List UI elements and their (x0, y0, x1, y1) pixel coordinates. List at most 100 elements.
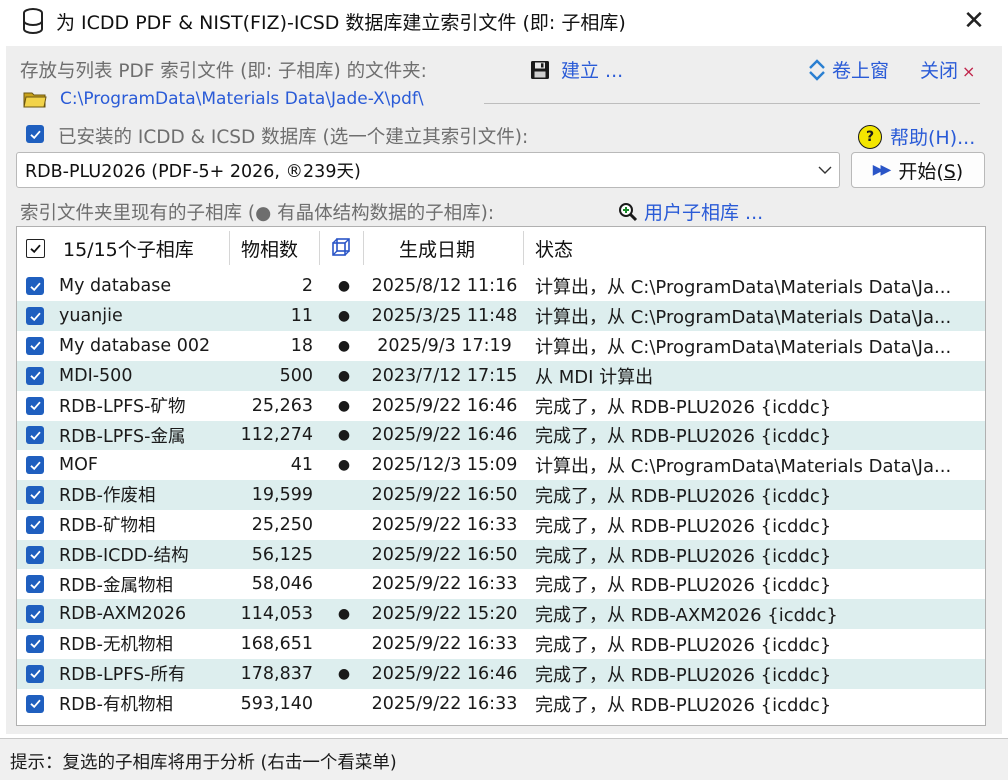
table-row[interactable]: RDB-有机物相 593,140 2025/9/22 16:33 完成了，从 RDB-… (17, 689, 985, 719)
rollup-label: 卷上窗 (832, 60, 890, 82)
row-structure-dot (335, 510, 353, 540)
row-checkbox[interactable] (26, 629, 44, 659)
table-row[interactable]: RDB-矿物相 25,250 2025/9/22 16:33 完成了，从 RDB-PL… (17, 510, 985, 540)
row-status: 完成了，从 RDB-PLU2026 {icddc} (535, 515, 832, 537)
table-row[interactable]: RDB-ICDD-结构 56,125 2025/9/22 16:50 完成了，从 RD… (17, 539, 985, 570)
row-count: 25,250 (251, 514, 313, 535)
status-text: 提示：复选的子相库将用于分析 (右击一个看菜单) (10, 753, 397, 773)
row-checkbox[interactable] (26, 331, 44, 361)
index-folder-label: 索引文件夹里现有的子相库 (● 有晶体结构数据的子相库): (20, 203, 495, 224)
row-date: 2025/9/22 16:46 (371, 663, 518, 684)
row-checkbox[interactable] (26, 659, 44, 689)
row-checkbox[interactable] (26, 391, 44, 421)
header-count[interactable]: 物相数 (241, 227, 298, 269)
build-button[interactable]: 建立 ... (561, 56, 623, 83)
row-date: 2025/9/22 16:50 (371, 484, 518, 505)
close-button[interactable]: 关闭 × (920, 56, 975, 83)
database-icon (23, 8, 43, 34)
row-date: 2025/9/22 16:33 (371, 693, 518, 714)
user-subdatabase-button[interactable]: 用户子相库 ... (618, 198, 763, 225)
row-count: 112,274 (240, 425, 313, 446)
play-arrows-icon: ▶▶ (872, 162, 891, 178)
row-structure-dot: ● (337, 457, 351, 474)
zoom-in-icon (619, 202, 638, 221)
row-structure-dot (335, 570, 353, 600)
row-checkbox[interactable] (26, 450, 44, 480)
folder-icon (23, 92, 47, 108)
folder-path-link[interactable]: C:\ProgramData\Materials Data\Jade-X\pdf… (60, 89, 424, 109)
table-row[interactable]: RDB-无机物相 168,651 2025/9/22 16:33 完成了，从 RDB-… (17, 629, 985, 659)
header-divider (229, 231, 230, 265)
dialog-body: 存放与列表 PDF 索引文件 (即: 子相库) 的文件夹: 建立 ... 卷上窗… (6, 46, 1002, 734)
row-date: 2025/8/12 11:16 (371, 276, 518, 297)
row-status: 完成了，从 RDB-PLU2026 {icddc} (535, 545, 832, 567)
row-structure-dot: ● (337, 367, 351, 384)
row-checkbox[interactable] (26, 599, 44, 629)
table-row[interactable]: RDB-金属物相 58,046 2025/9/22 16:33 完成了，从 RDB-P… (17, 570, 985, 600)
row-checkbox[interactable] (26, 510, 44, 540)
row-count: 168,651 (240, 633, 313, 654)
chevron-down-icon (818, 166, 832, 174)
table-row[interactable]: MOF 41 ● 2025/12/3 15:09 计算出，从 C:\ProgramDat… (17, 450, 985, 480)
updown-arrows-icon (809, 58, 825, 81)
row-name: My database (59, 276, 172, 297)
table-row[interactable]: RDB-LPFS-金属 112,274 ● 2025/9/22 16:46 完成了，从 … (17, 420, 985, 451)
row-name: RDB-有机物相 (59, 695, 173, 716)
row-structure-dot (335, 540, 353, 570)
row-checkbox[interactable] (26, 421, 44, 451)
row-name: MOF (59, 455, 98, 476)
table-row[interactable]: My database 2 ● 2025/8/12 11:16 计算出，从 C:\Pro… (17, 272, 985, 302)
row-checkbox[interactable] (26, 540, 44, 570)
table-row[interactable]: RDB-LPFS-所有 178,837 ● 2025/9/22 16:46 完成了，从 … (17, 658, 985, 689)
row-date: 2025/9/22 16:33 (371, 574, 518, 595)
row-date: 2025/9/3 17:19 (377, 335, 512, 356)
help-button[interactable]: ? 帮助(H)... (858, 123, 975, 150)
row-status: 完成了，从 RDB-PLU2026 {icddc} (535, 575, 832, 597)
row-status: 完成了，从 RDB-AXM2026 {icddc} (535, 605, 838, 627)
select-all-checkbox[interactable] (26, 227, 45, 269)
row-structure-dot: ● (337, 308, 351, 325)
help-label: 帮助(H)... (890, 127, 976, 149)
row-date: 2025/12/3 15:09 (371, 455, 518, 476)
header-date[interactable]: 生成日期 (399, 227, 475, 269)
row-name: RDB-矿物相 (59, 516, 156, 537)
header-divider (523, 231, 524, 265)
rollup-window-button[interactable]: 卷上窗 (808, 56, 889, 83)
installed-db-checkbox[interactable] (26, 125, 44, 143)
table-row[interactable]: MDI-500 500 ● 2023/7/12 17:15 从 MDI 计算出 (17, 360, 985, 391)
subdatabase-table: 15/15个子相库 物相数 生成日期 状态 My database 2 ● 2025/… (16, 226, 986, 726)
table-row[interactable]: My database 002 18 ● 2025/9/3 17:19 计算出，从 C:… (17, 331, 985, 361)
row-date: 2025/9/22 16:50 (371, 544, 518, 565)
row-name: RDB-AXM2026 (59, 604, 187, 625)
header-name[interactable]: 15/15个子相库 (63, 227, 194, 269)
row-status: 从 MDI 计算出 (535, 366, 654, 388)
table-row[interactable]: RDB-作废相 19,599 2025/9/22 16:50 完成了，从 RDB-PL… (17, 480, 985, 510)
row-date: 2025/3/25 11:48 (371, 306, 518, 327)
row-structure-dot (335, 480, 353, 510)
close-label: 关闭 (920, 60, 959, 82)
row-count: 18 (290, 335, 313, 356)
table-row[interactable]: RDB-LPFS-矿物 25,263 ● 2025/9/22 16:46 完成了，从 R… (17, 391, 985, 421)
row-count: 41 (290, 455, 313, 476)
close-x-icon: × (962, 62, 976, 81)
table-header: 15/15个子相库 物相数 生成日期 状态 (17, 227, 985, 269)
row-checkbox[interactable] (26, 361, 44, 391)
table-row[interactable]: yuanjie 11 ● 2025/3/25 11:48 计算出，从 C:\Progra… (17, 301, 985, 332)
row-count: 56,125 (251, 544, 313, 565)
crystal-structure-header-icon[interactable] (329, 227, 353, 269)
table-row[interactable]: RDB-AXM2026 114,053 ● 2025/9/22 15:20 完成了，从 … (17, 599, 985, 630)
row-checkbox[interactable] (26, 480, 44, 510)
row-date: 2023/7/12 17:15 (371, 365, 518, 386)
window-close-button[interactable]: ✕ (954, 3, 994, 39)
floppy-disk-icon[interactable] (530, 60, 550, 80)
row-checkbox[interactable] (26, 301, 44, 331)
row-checkbox[interactable] (26, 570, 44, 600)
header-status[interactable]: 状态 (535, 227, 573, 269)
row-count: 178,837 (240, 663, 313, 684)
database-select[interactable]: RDB-PLU2026 (PDF-5+ 2026, ®239天) (16, 152, 840, 188)
row-name: RDB-金属物相 (59, 575, 173, 596)
start-button[interactable]: ▶▶ 开始(S) (851, 152, 985, 188)
row-status: 完成了，从 RDB-PLU2026 {icddc} (535, 634, 832, 656)
row-checkbox[interactable] (26, 689, 44, 719)
row-checkbox[interactable] (26, 272, 44, 302)
